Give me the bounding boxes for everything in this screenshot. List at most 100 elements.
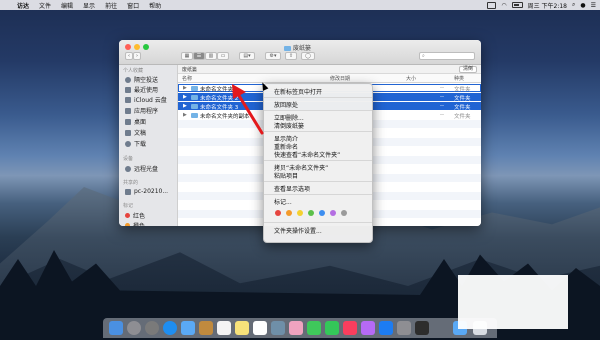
menu-separator <box>264 181 372 182</box>
maps-dock-icon[interactable] <box>271 321 285 335</box>
icon-view-button[interactable]: ▦ <box>181 52 193 60</box>
file-size: -- <box>440 103 444 109</box>
menu-item-quick-look[interactable]: 快速查看“未命名文件夹” <box>274 150 340 159</box>
sidebar-item-label: 最近使用 <box>134 87 159 94</box>
music-dock-icon[interactable] <box>343 321 357 335</box>
back-button[interactable]: ‹ <box>125 52 133 60</box>
sidebar-item-documents[interactable]: 文稿 <box>125 128 146 137</box>
reminders-dock-icon[interactable] <box>253 321 267 335</box>
sidebar-item-recents[interactable]: 最近使用 <box>125 85 158 94</box>
tag-red-icon[interactable] <box>275 210 281 216</box>
tag-purple-icon[interactable] <box>330 210 336 216</box>
sidebar-item-applications[interactable]: 应用程序 <box>125 106 158 115</box>
menu-separator <box>264 160 372 161</box>
tag-gray-icon[interactable] <box>341 210 347 216</box>
tag-green-icon[interactable] <box>308 210 314 216</box>
sidebar-item-airdrop[interactable]: 隔空投送 <box>125 75 158 84</box>
battery-icon[interactable] <box>511 2 523 8</box>
window-toolbar: 废纸篓 ‹ › ▦ ☰ ▥ ▭ ▤▾ ⚙▾ ⇧ ◯ ⌕ <box>119 40 481 65</box>
disclosure-icon[interactable]: ▶ <box>183 103 187 109</box>
action-gear-button[interactable]: ⚙▾ <box>265 52 281 60</box>
file-kind: 文件夹 <box>454 114 471 120</box>
menu-view[interactable]: 显示 <box>78 1 100 10</box>
menu-item-empty-trash[interactable]: 清倒废纸篓 <box>274 121 304 130</box>
gallery-view-button[interactable]: ▭ <box>217 52 229 60</box>
share-button[interactable]: ⇧ <box>285 52 297 60</box>
contacts-dock-icon[interactable] <box>199 321 213 335</box>
file-size: -- <box>440 112 444 118</box>
list-view-button[interactable]: ☰ <box>193 52 205 60</box>
messages-dock-icon[interactable] <box>307 321 321 335</box>
system-preferences-dock-icon[interactable] <box>397 321 411 335</box>
zoom-button[interactable] <box>143 44 149 50</box>
tag-button[interactable]: ◯ <box>301 52 315 60</box>
menu-file[interactable]: 文件 <box>34 1 56 10</box>
sidebar: 个人收藏 隔空投送 最近使用 iCloud 云盘 应用程序 桌面 文稿 下载 设… <box>119 65 178 226</box>
menu-item-put-back[interactable]: 放回原处 <box>274 100 298 109</box>
column-name[interactable]: 名称 <box>182 75 192 82</box>
menu-help[interactable]: 帮助 <box>144 1 166 10</box>
file-kind: 文件夹 <box>454 87 471 93</box>
red-tag-icon <box>125 213 130 218</box>
disc-icon <box>125 165 131 172</box>
podcasts-dock-icon[interactable] <box>361 321 375 335</box>
sidebar-item-desktop[interactable]: 桌面 <box>125 117 146 126</box>
menu-item-open-in-new-tab[interactable]: 在新标签页中打开 <box>274 87 322 96</box>
disclosure-icon[interactable]: ▶ <box>183 85 187 91</box>
notification-center-icon[interactable]: ☰ <box>591 2 596 9</box>
mail-dock-icon[interactable] <box>181 321 195 335</box>
wifi-icon[interactable]: ◠ <box>501 2 506 9</box>
group-button[interactable]: ▤▾ <box>239 52 255 60</box>
menu-item-paste[interactable]: 粘贴项目 <box>274 171 298 180</box>
photos-dock-icon[interactable] <box>289 321 303 335</box>
finder-dock-icon[interactable] <box>109 321 123 335</box>
calendar-dock-icon[interactable] <box>217 321 231 335</box>
sidebar-item-downloads[interactable]: 下载 <box>125 139 146 148</box>
menubar-clock[interactable]: 周三 下午2:18 <box>528 1 567 10</box>
orange-tag-icon <box>125 223 130 226</box>
siri-icon[interactable]: ● <box>580 2 585 9</box>
menu-item-tags[interactable]: 标记... <box>274 197 292 206</box>
sidebar-item-tag-red[interactable]: 红色 <box>125 211 145 220</box>
document-icon <box>125 129 131 136</box>
column-date[interactable]: 修改日期 <box>330 75 350 82</box>
app-store-dock-icon[interactable] <box>379 321 393 335</box>
column-kind[interactable]: 种类 <box>454 75 464 82</box>
notes-dock-icon[interactable] <box>235 321 249 335</box>
disclosure-icon[interactable]: ▶ <box>183 112 187 118</box>
sidebar-item-remote-disc[interactable]: 远程光盘 <box>125 164 158 173</box>
terminal-dock-icon[interactable] <box>415 321 429 335</box>
disclosure-icon[interactable]: ▶ <box>183 94 187 100</box>
menu-edit[interactable]: 编辑 <box>56 1 78 10</box>
folder-icon <box>191 104 198 109</box>
sidebar-item-icloud[interactable]: iCloud 云盘 <box>125 95 167 104</box>
sidebar-header-shared: 共享的 <box>123 180 139 186</box>
sidebar-item-tag-orange[interactable]: 橙色 <box>125 221 145 226</box>
sidebar-item-label: 桌面 <box>134 119 147 126</box>
safari-dock-icon[interactable] <box>163 321 177 335</box>
airplay-icon[interactable] <box>487 1 497 9</box>
menu-separator <box>264 131 372 132</box>
search-input[interactable]: ⌕ <box>419 52 475 60</box>
tag-orange-icon[interactable] <box>286 210 292 216</box>
sidebar-item-pc[interactable]: pc-20210... <box>125 188 168 195</box>
window-title: 废纸篓 <box>284 43 311 52</box>
menu-go[interactable]: 前往 <box>100 1 122 10</box>
spotlight-icon[interactable]: ⌕ <box>572 1 575 9</box>
menu-window[interactable]: 窗口 <box>122 1 144 10</box>
facetime-dock-icon[interactable] <box>325 321 339 335</box>
close-button[interactable] <box>125 44 131 50</box>
menu-item-show-view-options[interactable]: 查看显示选项 <box>274 184 310 193</box>
menu-separator <box>264 97 372 98</box>
launchpad-dock-icon[interactable] <box>145 321 159 335</box>
column-size[interactable]: 大小 <box>406 75 416 82</box>
menu-item-folder-actions[interactable]: 文件夹操作设置... <box>274 226 322 235</box>
empty-trash-button[interactable]: 清倒 <box>458 66 477 73</box>
menu-finder[interactable]: 访达 <box>12 1 34 10</box>
tag-yellow-icon[interactable] <box>297 210 303 216</box>
tag-blue-icon[interactable] <box>319 210 325 216</box>
minimize-button[interactable] <box>134 44 140 50</box>
forward-button[interactable]: › <box>133 52 141 60</box>
column-view-button[interactable]: ▥ <box>205 52 217 60</box>
siri-dock-icon[interactable] <box>127 321 141 335</box>
